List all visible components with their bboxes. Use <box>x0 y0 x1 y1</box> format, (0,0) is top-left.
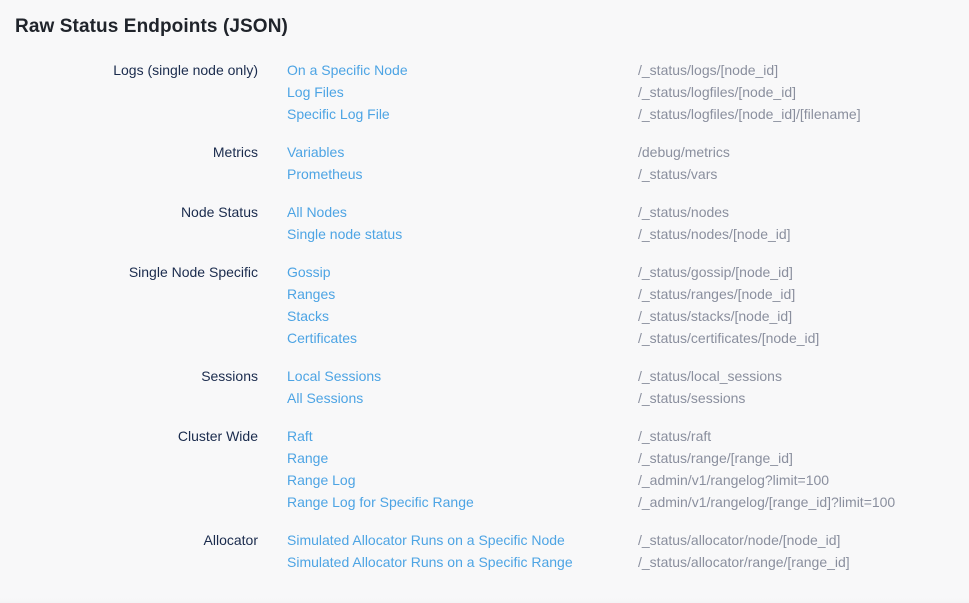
endpoint-path: /_status/local_sessions <box>638 365 969 387</box>
endpoints-table: Logs (single node only) On a Specific No… <box>0 59 969 573</box>
links-column: All NodesSingle node status <box>258 201 638 245</box>
links-column: VariablesPrometheus <box>258 141 638 185</box>
category-label: Single Node Specific <box>0 261 258 349</box>
endpoint-link[interactable]: Ranges <box>287 283 335 305</box>
endpoint-path: /_status/nodes/[node_id] <box>638 223 969 245</box>
links-column: RaftRangeRange LogRange Log for Specific… <box>258 425 638 513</box>
bottom-fade <box>0 598 969 603</box>
endpoint-link[interactable]: Local Sessions <box>287 365 381 387</box>
endpoint-path: /debug/metrics <box>638 141 969 163</box>
paths-column: /debug/metrics/_status/vars <box>638 141 969 185</box>
endpoint-link[interactable]: Certificates <box>287 327 357 349</box>
endpoint-link[interactable]: On a Specific Node <box>287 59 408 81</box>
category-label: Metrics <box>0 141 258 185</box>
endpoint-link[interactable]: Simulated Allocator Runs on a Specific R… <box>287 551 573 573</box>
endpoint-link[interactable]: Raft <box>287 425 313 447</box>
endpoint-section: Single Node Specific GossipRangesStacksC… <box>0 261 969 349</box>
endpoint-link[interactable]: Variables <box>287 141 344 163</box>
paths-column: /_status/nodes/_status/nodes/[node_id] <box>638 201 969 245</box>
endpoint-path: /_status/certificates/[node_id] <box>638 327 969 349</box>
endpoint-path: /_status/logfiles/[node_id] <box>638 81 969 103</box>
endpoint-section: Node Status All NodesSingle node status … <box>0 201 969 245</box>
paths-column: /_status/gossip/[node_id]/_status/ranges… <box>638 261 969 349</box>
endpoint-path: /_status/range/[range_id] <box>638 447 969 469</box>
category-label: Sessions <box>0 365 258 409</box>
endpoint-link[interactable]: Log Files <box>287 81 344 103</box>
endpoint-link[interactable]: Range Log <box>287 469 356 491</box>
endpoint-path: /_status/allocator/range/[range_id] <box>638 551 969 573</box>
paths-column: /_status/raft/_status/range/[range_id]/_… <box>638 425 969 513</box>
endpoint-link[interactable]: All Sessions <box>287 387 363 409</box>
endpoint-link[interactable]: Prometheus <box>287 163 362 185</box>
endpoint-link[interactable]: Gossip <box>287 261 331 283</box>
endpoint-section: Sessions Local SessionsAll Sessions /_st… <box>0 365 969 409</box>
category-label: Allocator <box>0 529 258 573</box>
category-label: Logs (single node only) <box>0 59 258 125</box>
links-column: On a Specific NodeLog FilesSpecific Log … <box>258 59 638 125</box>
endpoint-link[interactable]: Specific Log File <box>287 103 390 125</box>
page-title: Raw Status Endpoints (JSON) <box>15 13 969 40</box>
endpoint-path: /_status/ranges/[node_id] <box>638 283 969 305</box>
endpoint-path: /_status/allocator/node/[node_id] <box>638 529 969 551</box>
links-column: Local SessionsAll Sessions <box>258 365 638 409</box>
endpoint-link[interactable]: Range <box>287 447 328 469</box>
endpoint-path: /_status/logfiles/[node_id]/[filename] <box>638 103 969 125</box>
endpoint-path: /_admin/v1/rangelog/[range_id]?limit=100 <box>638 491 969 513</box>
endpoint-section: Cluster Wide RaftRangeRange LogRange Log… <box>0 425 969 513</box>
endpoint-section: Logs (single node only) On a Specific No… <box>0 59 969 125</box>
links-column: Simulated Allocator Runs on a Specific N… <box>258 529 638 573</box>
paths-column: /_status/local_sessions/_status/sessions <box>638 365 969 409</box>
endpoint-section: Metrics VariablesPrometheus /debug/metri… <box>0 141 969 185</box>
endpoint-path: /_status/vars <box>638 163 969 185</box>
category-label: Node Status <box>0 201 258 245</box>
endpoint-path: /_status/nodes <box>638 201 969 223</box>
endpoint-path: /_status/stacks/[node_id] <box>638 305 969 327</box>
endpoint-section: Allocator Simulated Allocator Runs on a … <box>0 529 969 573</box>
endpoint-link[interactable]: Range Log for Specific Range <box>287 491 474 513</box>
endpoint-link[interactable]: All Nodes <box>287 201 347 223</box>
endpoint-path: /_status/raft <box>638 425 969 447</box>
endpoint-path: /_status/gossip/[node_id] <box>638 261 969 283</box>
endpoint-path: /_status/sessions <box>638 387 969 409</box>
endpoint-link[interactable]: Single node status <box>287 223 402 245</box>
links-column: GossipRangesStacksCertificates <box>258 261 638 349</box>
endpoint-link[interactable]: Simulated Allocator Runs on a Specific N… <box>287 529 565 551</box>
paths-column: /_status/allocator/node/[node_id]/_statu… <box>638 529 969 573</box>
category-label: Cluster Wide <box>0 425 258 513</box>
endpoint-path: /_admin/v1/rangelog?limit=100 <box>638 469 969 491</box>
endpoint-link[interactable]: Stacks <box>287 305 329 327</box>
paths-column: /_status/logs/[node_id]/_status/logfiles… <box>638 59 969 125</box>
endpoint-path: /_status/logs/[node_id] <box>638 59 969 81</box>
